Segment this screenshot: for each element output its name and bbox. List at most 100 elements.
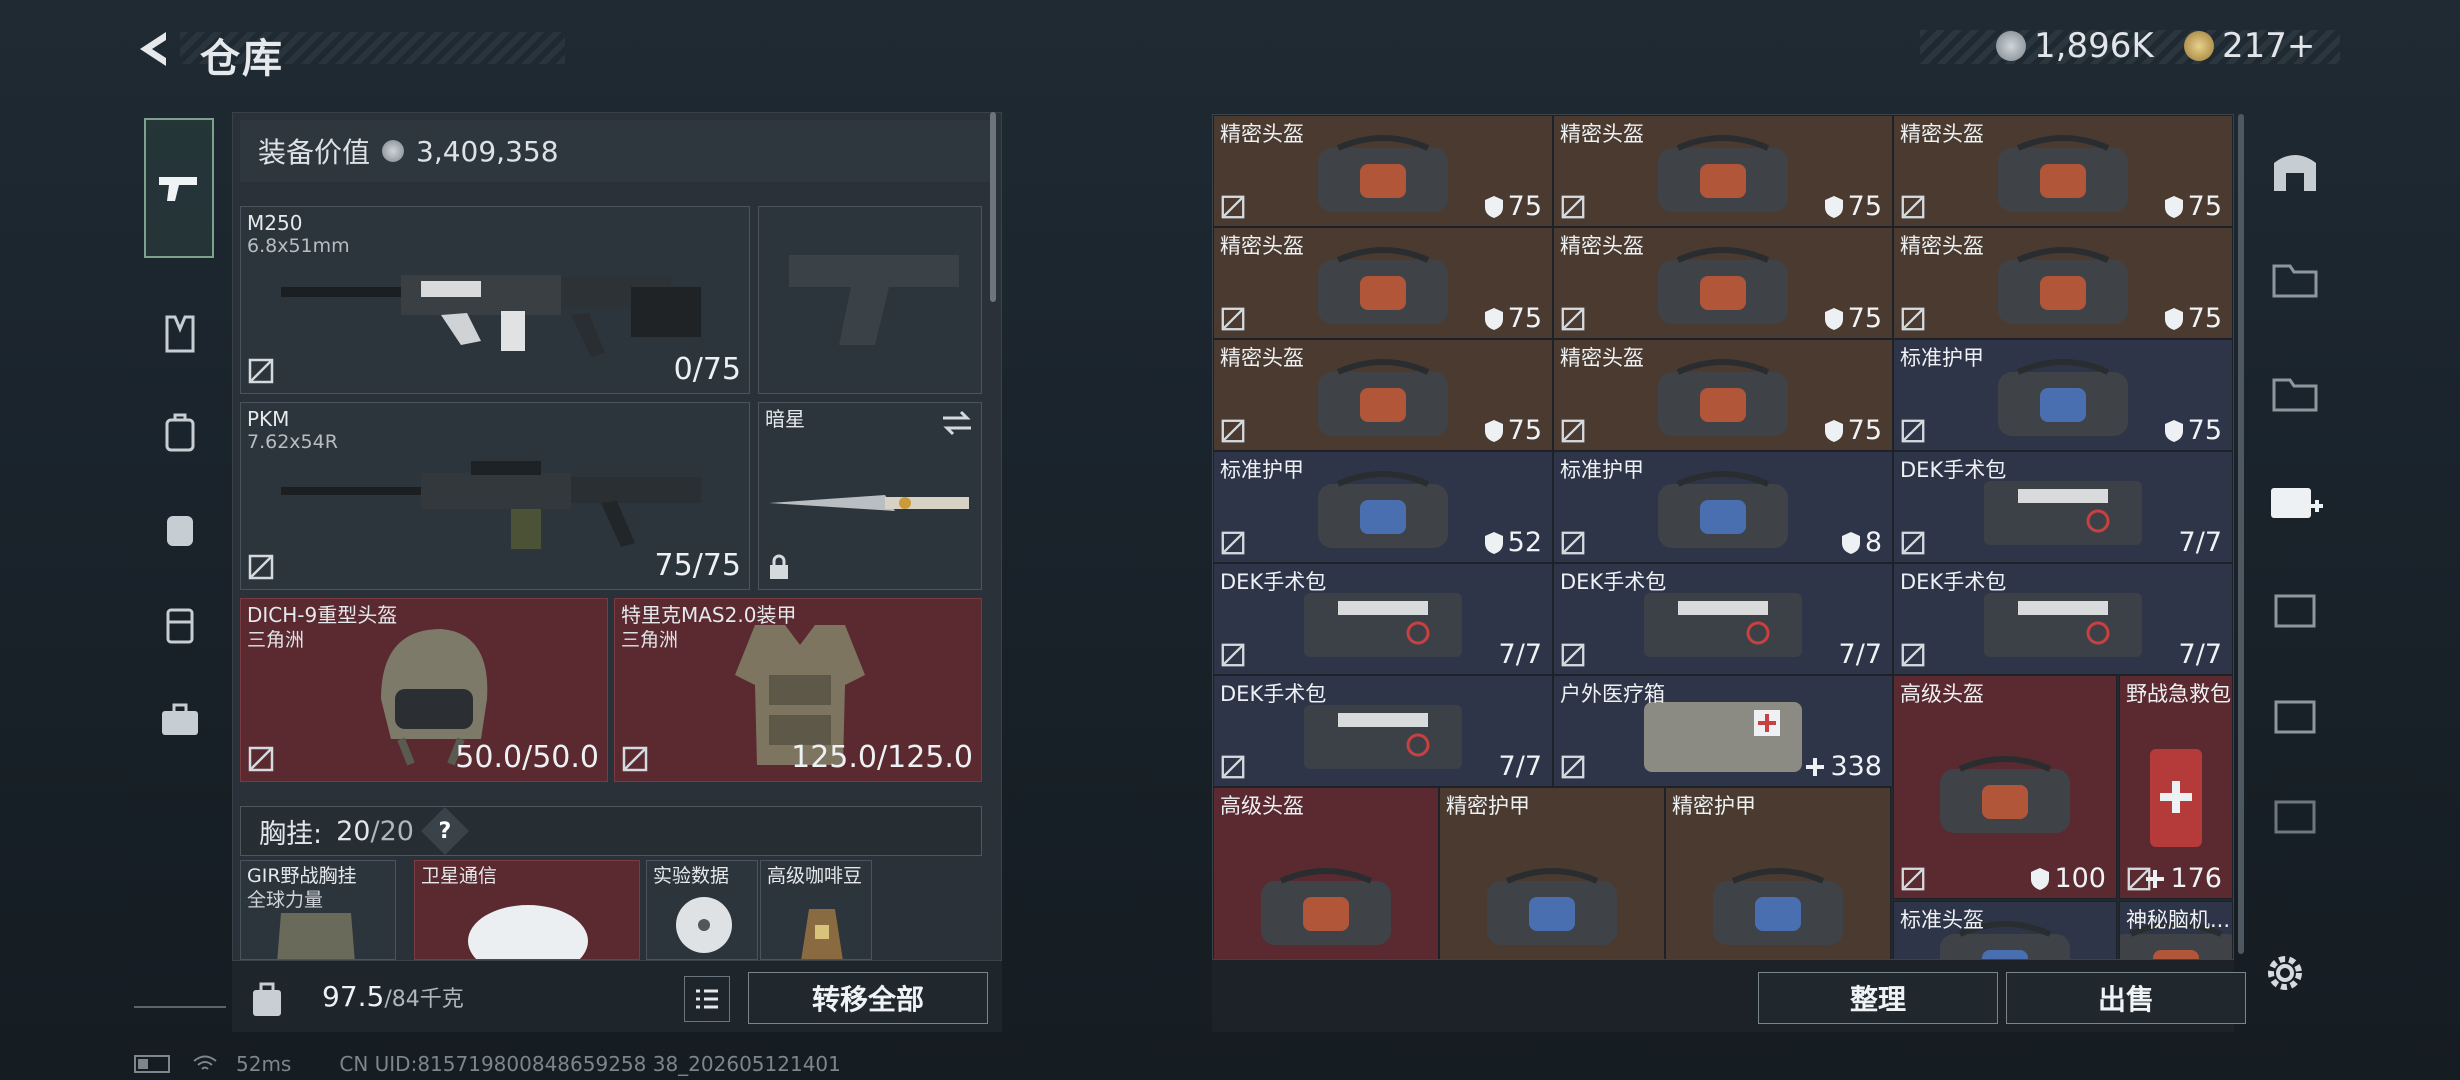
gold-currency[interactable]: 217+ <box>2184 26 2315 66</box>
tab-all-storage[interactable] <box>2250 130 2340 210</box>
stash-item[interactable]: 野战急救包 176 <box>2119 675 2233 899</box>
equipment-scrollbar[interactable] <box>990 112 996 302</box>
primary-weapon-ammo: 0/75 <box>673 352 741 387</box>
tab-storage-iv-a[interactable] <box>2250 238 2340 318</box>
stash-item[interactable]: 高级头盔 100 <box>1893 675 2117 899</box>
vest-image <box>277 913 355 959</box>
surgery-kit-image <box>1644 592 1802 657</box>
stash-item[interactable]: 标准护甲 52 <box>1213 451 1553 563</box>
stash-item[interactable]: 精密头盔 75 <box>1553 115 1893 227</box>
stash-item-name: 精密头盔 <box>1560 122 1644 146</box>
gear-bag-image <box>1318 134 1448 212</box>
stash-item[interactable]: 精密头盔 75 <box>1213 227 1553 339</box>
disc-image <box>676 897 732 953</box>
silver-currency[interactable]: 1,896K <box>1996 26 2154 66</box>
pistol-slot[interactable] <box>758 206 982 394</box>
gear-icon[interactable] <box>2262 950 2308 996</box>
chest-rig-header[interactable]: 胸挂: 20/20 ? <box>240 806 982 856</box>
chest-item-satcom[interactable]: 卫星通信 <box>414 860 640 960</box>
stash-item[interactable]: 精密头盔 75 <box>1213 115 1553 227</box>
nav-toolbox[interactable] <box>134 674 226 766</box>
surgery-kit-image <box>1304 592 1462 657</box>
toolbox-icon <box>162 703 198 735</box>
helmet-origin: 三角洲 <box>247 629 305 651</box>
stash-item-name: 高级头盔 <box>1220 794 1304 818</box>
stash-item[interactable]: 精密头盔 75 <box>1213 339 1553 451</box>
armor-slot[interactable]: 特里克MAS2.0装甲 三角洲 125.0/125.0 <box>614 598 982 782</box>
stash-item[interactable]: 精密护甲 <box>1665 787 1891 959</box>
stash-item-name: DEK手术包 <box>1220 682 1327 706</box>
stash-item-value: 75 <box>1824 191 1882 222</box>
chest-item-rig[interactable]: GIR野战胸挂 全球力量 <box>240 860 396 960</box>
stash-item-name: 精密头盔 <box>1900 234 1984 258</box>
no-insure-icon <box>1901 643 1925 667</box>
nav-weapons[interactable] <box>144 118 214 258</box>
melee-slot[interactable]: 暗星 <box>758 402 982 590</box>
tab-storage-iv-c[interactable] <box>2250 676 2340 756</box>
shield-icon <box>1824 195 1843 218</box>
no-insure-icon <box>1901 531 1925 555</box>
tab-storage-iii[interactable] <box>2250 570 2340 650</box>
primary-weapon-slot[interactable]: M250 6.8x51mm 0/75 <box>240 206 750 394</box>
shield-icon <box>2164 419 2183 442</box>
stash-scrollbar[interactable] <box>2238 114 2244 954</box>
stash-item-name: 标准头盔 <box>1900 908 1984 932</box>
stash-item-name: 精密头盔 <box>1900 122 1984 146</box>
sell-button[interactable]: 出售 <box>2006 972 2246 1024</box>
chest-item-coffee[interactable]: 高级咖啡豆 <box>760 860 872 960</box>
chest-item-data[interactable]: 实验数据 <box>646 860 758 960</box>
stash-item[interactable]: 标准头盔 <box>1893 901 2117 959</box>
folder-iii-icon <box>2274 800 2316 834</box>
no-insure-icon <box>1221 755 1245 779</box>
stash-item[interactable]: DEK手术包 7/7 <box>1893 563 2233 675</box>
weight-icon <box>253 982 281 1016</box>
secondary-weapon-slot[interactable]: PKM 7.62x54R 75/75 <box>240 402 750 590</box>
organize-button[interactable]: 整理 <box>1758 972 1998 1024</box>
no-insure-icon <box>1221 307 1245 331</box>
list-view-button[interactable] <box>684 976 730 1022</box>
stash-item[interactable]: DEK手术包 7/7 <box>1553 563 1893 675</box>
no-insure-icon <box>1901 307 1925 331</box>
stash-item[interactable]: 精密头盔 75 <box>1553 339 1893 451</box>
shield-icon <box>1824 419 1843 442</box>
nav-backpack[interactable] <box>134 482 226 574</box>
stash-item[interactable]: 标准护甲 75 <box>1893 339 2233 451</box>
stash-item-value: 75 <box>1824 303 1882 334</box>
pkm-rifle-image <box>281 461 701 549</box>
back-arrow-icon[interactable] <box>130 28 180 70</box>
stash-item[interactable]: 精密头盔 75 <box>1553 227 1893 339</box>
stash-item[interactable]: 高级头盔 <box>1213 787 1439 959</box>
stash-item[interactable]: 精密头盔 75 <box>1893 227 2233 339</box>
surgery-kit-image <box>1984 480 2142 545</box>
tab-storage-iii-b[interactable] <box>2250 776 2340 856</box>
page-title: 仓库 <box>200 36 284 82</box>
stash-item[interactable]: DEK手术包 7/7 <box>1893 451 2233 563</box>
stash-item[interactable]: DEK手术包 7/7 <box>1213 563 1553 675</box>
stash-item[interactable]: DEK手术包 7/7 <box>1213 675 1553 787</box>
weight-max: /84千克 <box>384 987 464 1012</box>
no-insure-icon <box>1221 195 1245 219</box>
stash-item[interactable]: 户外医疗箱 338 <box>1553 675 1893 787</box>
tab-storage-iv-b[interactable] <box>2250 352 2340 432</box>
stash-item-name: 高级头盔 <box>1900 682 1984 706</box>
help-icon[interactable]: ? <box>420 806 469 856</box>
stash-item[interactable]: 标准护甲 8 <box>1553 451 1893 563</box>
first-aid-kit-image <box>2150 749 2202 848</box>
stash-item-value: 7/7 <box>2178 639 2222 670</box>
nav-chest-rig[interactable] <box>134 288 226 380</box>
stash-item[interactable]: 精密头盔 75 <box>1893 115 2233 227</box>
backpack-icon <box>167 516 193 546</box>
pistol-silhouette-icon <box>789 255 959 345</box>
melee-name: 暗星 <box>765 407 805 431</box>
stash-item[interactable]: 精密护甲 <box>1439 787 1665 959</box>
no-insure-icon <box>1561 195 1585 219</box>
nav-container[interactable] <box>134 578 226 670</box>
stash-item[interactable]: 神秘脑机... <box>2119 901 2233 959</box>
transfer-all-button[interactable]: 转移全部 <box>748 972 988 1024</box>
tab-medical[interactable] <box>2250 462 2340 542</box>
nav-backpack-tactical[interactable] <box>134 386 226 478</box>
helmet-slot[interactable]: DICH-9重型头盔 三角洲 50.0/50.0 <box>240 598 608 782</box>
swap-icon[interactable] <box>941 409 973 437</box>
plus-icon <box>1806 757 1825 776</box>
no-insure-icon <box>1901 867 1925 891</box>
